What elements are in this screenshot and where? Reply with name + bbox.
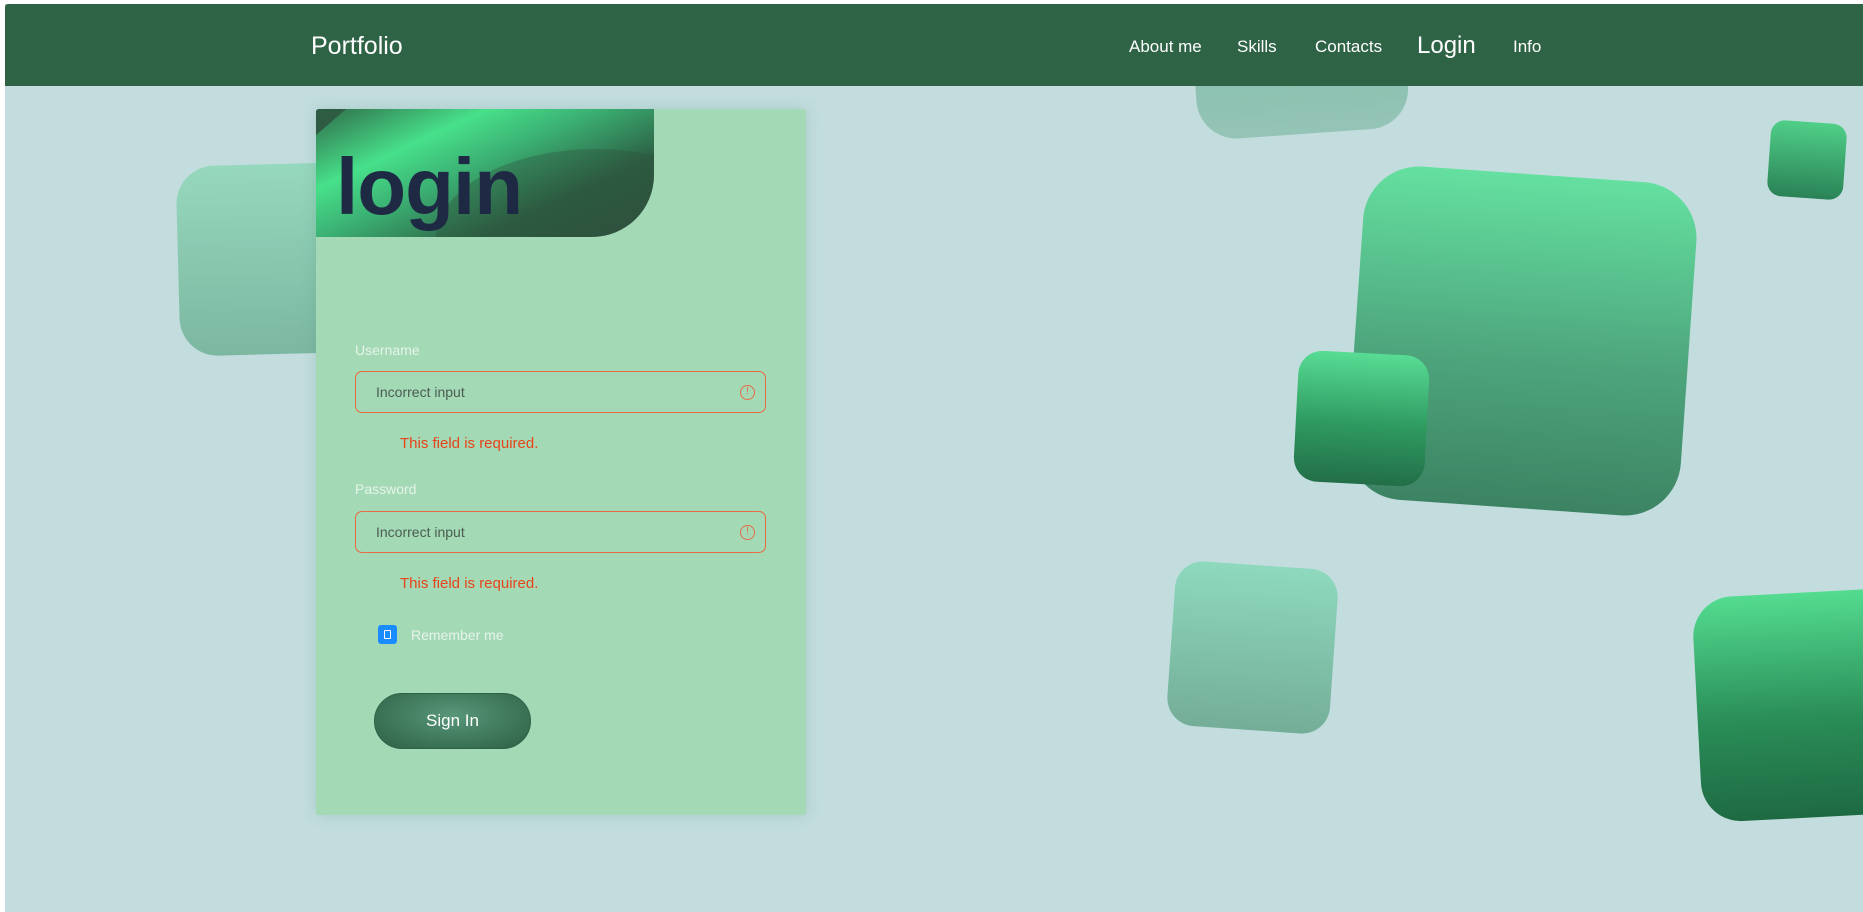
password-label: Password bbox=[355, 481, 417, 497]
exclamation-circle-icon: ! bbox=[740, 385, 755, 400]
nav-link-login[interactable]: Login bbox=[1417, 32, 1476, 60]
password-error: This field is required. bbox=[400, 575, 539, 592]
decorative-square bbox=[1292, 349, 1431, 488]
check-icon bbox=[384, 630, 391, 639]
nav-link-skills[interactable]: Skills bbox=[1237, 37, 1277, 57]
decorative-square bbox=[1691, 585, 1863, 824]
nav-link-about-me[interactable]: About me bbox=[1129, 37, 1202, 57]
sign-in-button[interactable]: Sign In bbox=[374, 693, 531, 749]
password-field-wrapper: ! bbox=[355, 511, 766, 553]
nav-link-contacts[interactable]: Contacts bbox=[1315, 37, 1382, 57]
username-label: Username bbox=[355, 342, 420, 358]
login-card: login Username ! This field is required.… bbox=[316, 109, 806, 815]
brand-logo[interactable]: Portfolio bbox=[311, 32, 403, 61]
username-input[interactable] bbox=[356, 372, 765, 412]
password-input[interactable] bbox=[356, 512, 765, 552]
page: Portfolio About me Skills Contacts Login… bbox=[5, 4, 1863, 912]
remember-me-label[interactable]: Remember me bbox=[411, 627, 504, 643]
decorative-square bbox=[1766, 119, 1848, 201]
username-field-wrapper: ! bbox=[355, 371, 766, 413]
header-corner bbox=[316, 109, 346, 135]
top-navbar: Portfolio About me Skills Contacts Login… bbox=[5, 4, 1863, 86]
exclamation-circle-icon: ! bbox=[740, 525, 755, 540]
login-card-header: login bbox=[316, 109, 654, 237]
remember-me-checkbox[interactable] bbox=[378, 625, 397, 644]
nav-link-info[interactable]: Info bbox=[1513, 37, 1541, 57]
decorative-square bbox=[1165, 559, 1340, 736]
login-title: login bbox=[336, 142, 523, 231]
username-error: This field is required. bbox=[400, 435, 539, 452]
